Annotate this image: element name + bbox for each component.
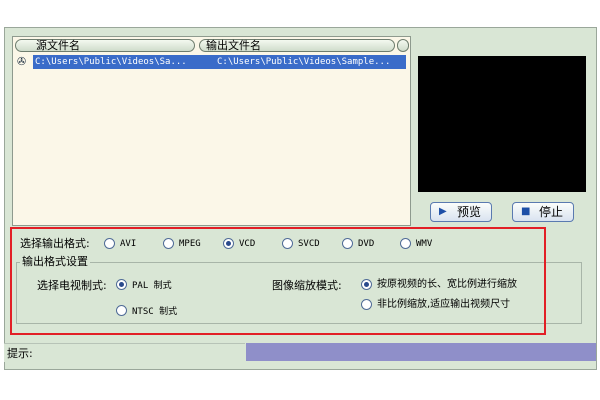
status-hint-label: 提示:: [7, 347, 33, 360]
preview-button-label: 预览: [457, 205, 482, 219]
table-row[interactable]: C:\Users\Public\Videos\Sa... C:\Users\Pu…: [33, 55, 406, 69]
file-list[interactable]: 源文件名 输出文件名 ✇ C:\Users\Public\Videos\Sa..…: [12, 36, 411, 226]
play-icon: ▶: [439, 206, 447, 217]
film-icon: ✇: [17, 55, 27, 68]
row-source-path: C:\Users\Public\Videos\Sa...: [35, 57, 187, 67]
highlight-box: [10, 227, 546, 335]
column-header-source-label: 源文件名: [36, 39, 80, 52]
column-header-source[interactable]: 源文件名: [15, 39, 195, 52]
stop-button-label: 停止: [539, 205, 564, 219]
file-list-header: 源文件名 输出文件名: [15, 39, 409, 54]
row-output-path: C:\Users\Public\Videos\Sample...: [217, 57, 391, 67]
column-header-output[interactable]: 输出文件名: [199, 39, 395, 52]
column-header-end: [397, 39, 409, 52]
stop-icon: ■: [521, 206, 531, 217]
video-preview: [418, 56, 586, 192]
preview-button[interactable]: ▶ 预览: [430, 202, 492, 222]
stop-button[interactable]: ■ 停止: [512, 202, 574, 222]
status-bar-right-pane: [246, 343, 596, 361]
column-header-output-label: 输出文件名: [206, 39, 261, 52]
status-bar: 提示:: [4, 343, 245, 362]
